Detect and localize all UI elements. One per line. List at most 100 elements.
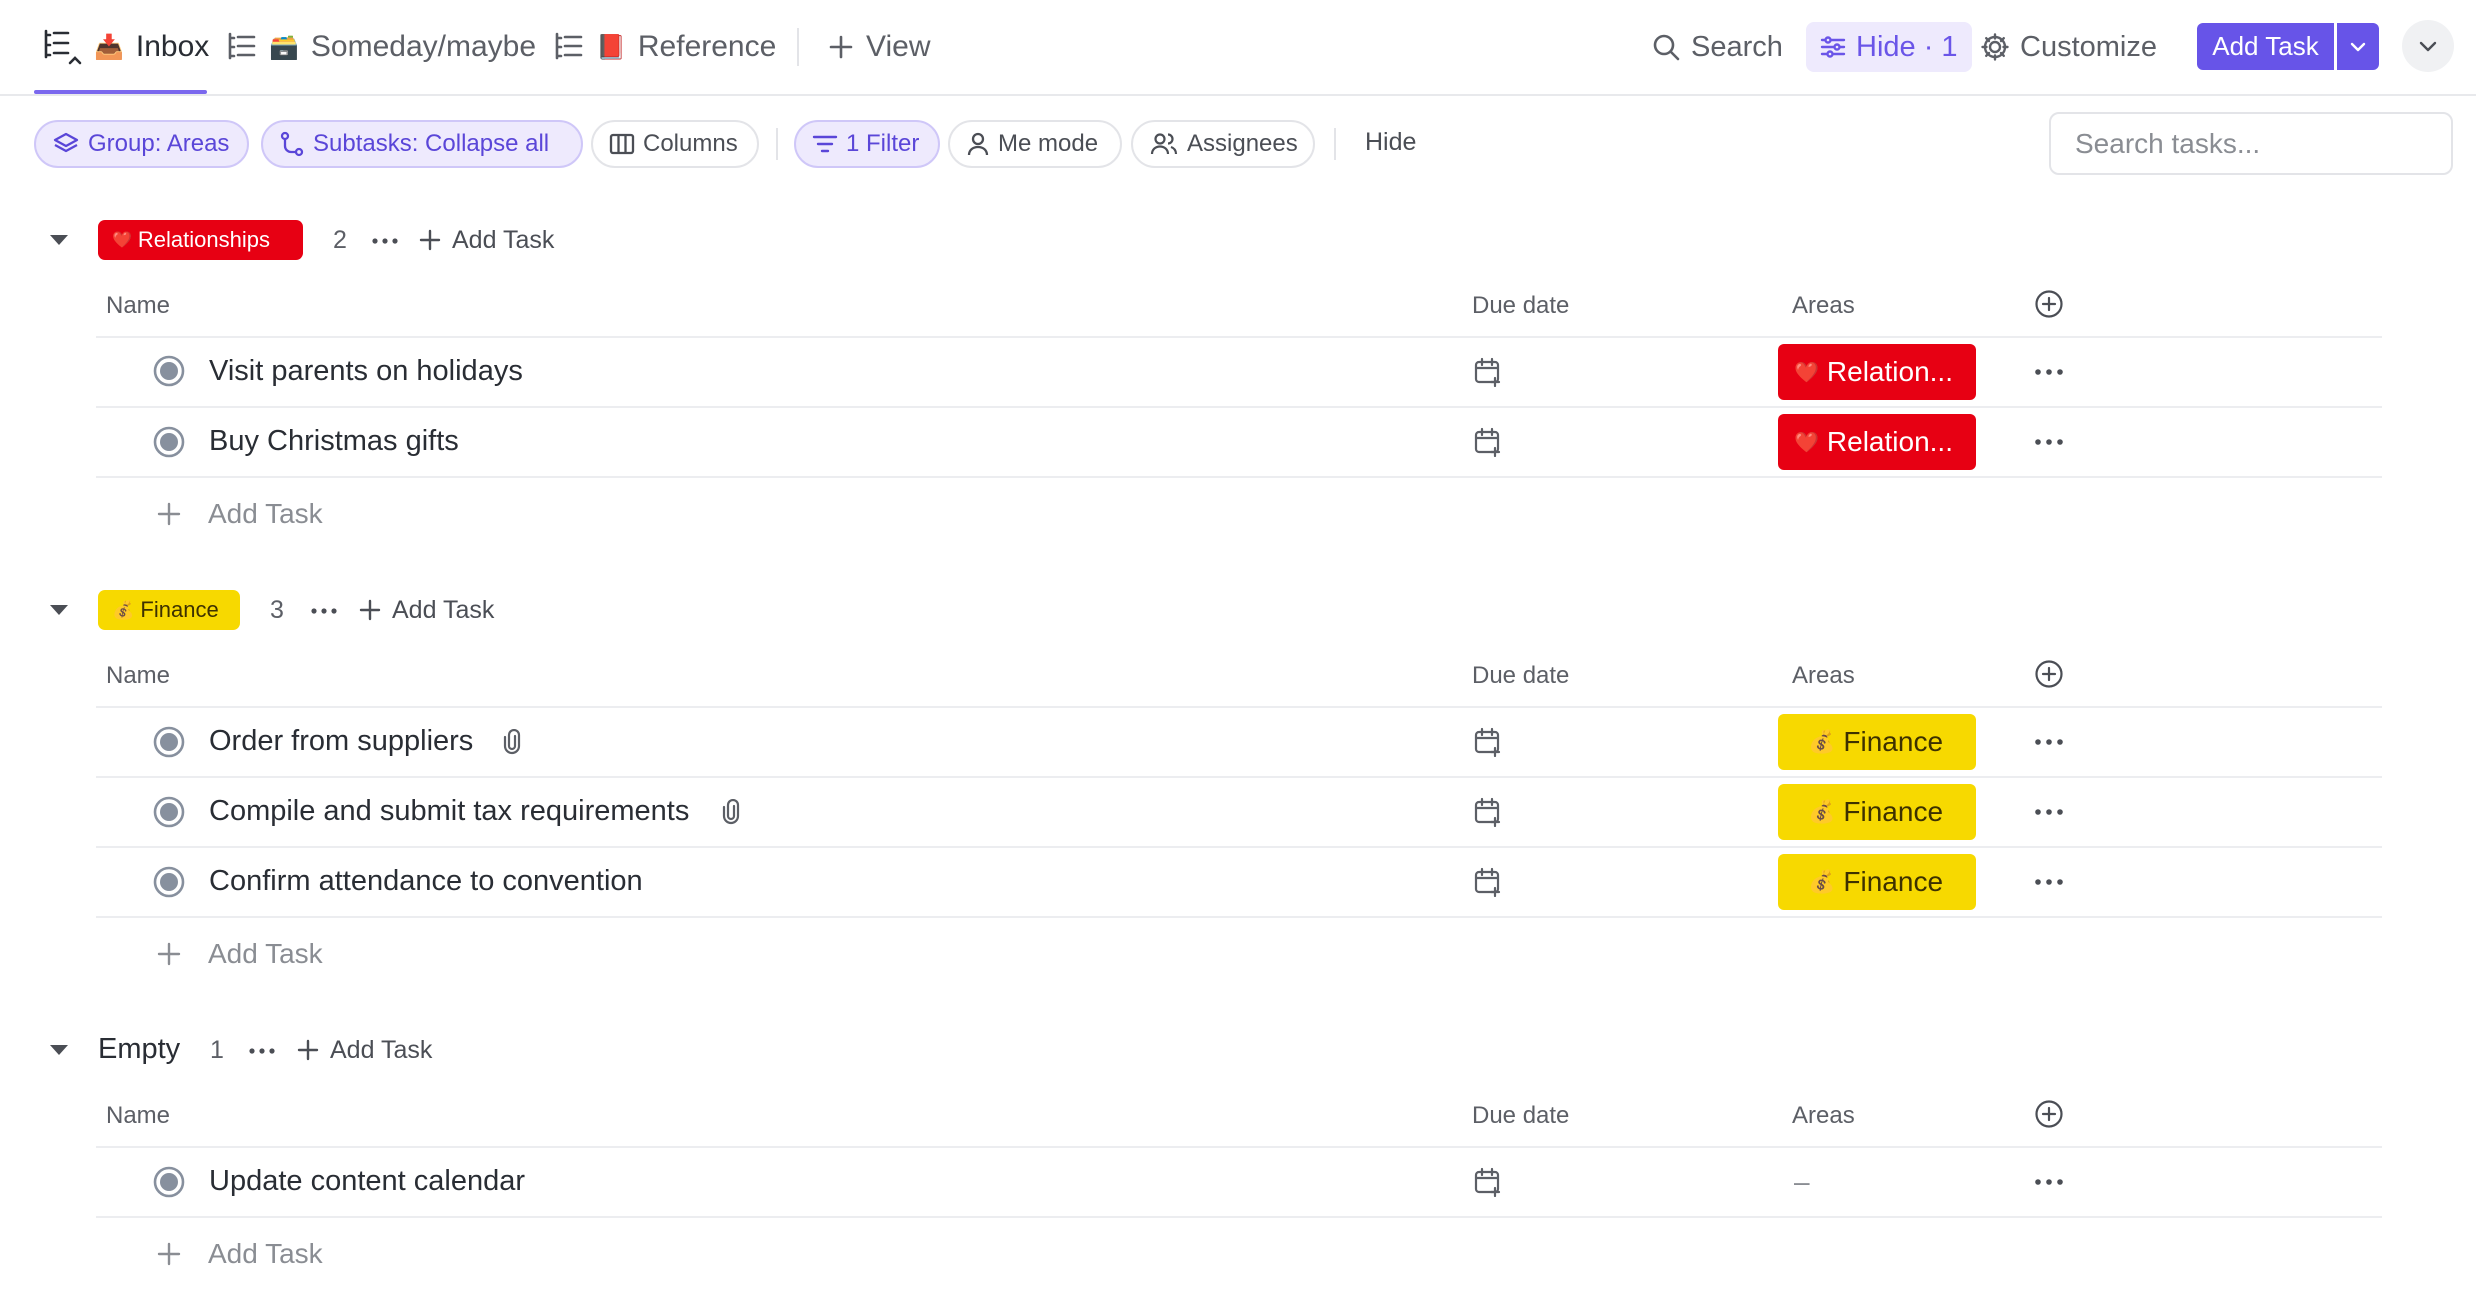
task-name[interactable]: Visit parents on holidays <box>209 355 523 388</box>
add-task-button[interactable]: Add Task <box>2197 23 2334 70</box>
more-icon[interactable] <box>2034 1178 2064 1186</box>
group-badge: 💰 Finance <box>98 590 240 630</box>
column-header-areas[interactable]: Areas <box>1792 1102 1855 1130</box>
calendar-plus-icon[interactable] <box>1473 727 1503 757</box>
add-task-label: Add Task <box>208 938 323 969</box>
status-icon[interactable] <box>153 796 185 828</box>
status-icon[interactable] <box>153 866 185 898</box>
area-tag[interactable]: ❤️ Relation... <box>1778 344 1976 400</box>
status-icon[interactable] <box>153 426 185 458</box>
add-column-icon[interactable] <box>2034 289 2064 319</box>
inline-add-task[interactable]: Add Task <box>156 1234 323 1274</box>
inline-add-task[interactable]: Add Task <box>156 934 323 974</box>
calendar-plus-icon[interactable] <box>1473 427 1503 457</box>
group-add-task-button[interactable]: Add Task <box>358 592 494 628</box>
group-add-task-button[interactable]: Add Task <box>296 1032 432 1068</box>
group-count: 1 <box>210 1036 224 1064</box>
group-by-label: Group: Areas <box>88 130 230 157</box>
group-by-chip[interactable]: Group: Areas <box>34 120 249 168</box>
inbox-emoji: 📥 <box>94 33 124 61</box>
tab-reference[interactable]: 📕 Reference <box>552 20 776 74</box>
area-tag[interactable]: 💰 Finance <box>1778 784 1976 840</box>
status-icon[interactable] <box>153 1166 185 1198</box>
money-bag-emoji: 💰 <box>112 599 135 620</box>
tab-reference-label: Reference <box>637 30 777 63</box>
collapse-caret-icon[interactable] <box>48 603 70 617</box>
more-icon[interactable] <box>2034 878 2064 886</box>
more-icon[interactable] <box>2034 738 2064 746</box>
add-column-icon[interactable] <box>2034 659 2064 689</box>
column-header-due-date[interactable]: Due date <box>1472 292 1569 320</box>
more-icon[interactable] <box>309 606 339 616</box>
search-tasks-input[interactable] <box>2049 112 2453 175</box>
group-count: 2 <box>333 226 347 254</box>
more-icon[interactable] <box>2034 368 2064 376</box>
more-icon[interactable] <box>2034 808 2064 816</box>
more-icon[interactable] <box>370 236 400 246</box>
inline-add-task[interactable]: Add Task <box>156 494 323 534</box>
column-header-areas[interactable]: Areas <box>1792 662 1855 690</box>
calendar-plus-icon[interactable] <box>1473 797 1503 827</box>
task-name[interactable]: Confirm attendance to convention <box>209 865 643 898</box>
me-mode-chip[interactable]: Me mode <box>948 120 1122 168</box>
row-divider <box>96 706 2382 708</box>
add-task-dropdown[interactable] <box>2337 23 2379 70</box>
column-header-areas[interactable]: Areas <box>1792 292 1855 320</box>
assignees-chip[interactable]: Assignees <box>1131 120 1315 168</box>
add-task-label: Add Task <box>208 1238 323 1269</box>
task-name[interactable]: Compile and submit tax requirements <box>209 795 689 828</box>
more-icon[interactable] <box>247 1046 277 1056</box>
area-tag-label: Relation... <box>1826 356 1953 387</box>
column-header-name[interactable]: Name <box>106 292 170 320</box>
filter-chip[interactable]: 1 Filter <box>794 120 940 168</box>
customize-button[interactable]: Customize <box>1980 22 2157 72</box>
column-header-due-date[interactable]: Due date <box>1472 662 1569 690</box>
area-tag-label: Finance <box>1843 726 1944 757</box>
calendar-plus-icon[interactable] <box>1473 867 1503 897</box>
collapse-caret-icon[interactable] <box>48 1043 70 1057</box>
column-header-name[interactable]: Name <box>106 662 170 690</box>
area-tag[interactable]: ❤️ Relation... <box>1778 414 1976 470</box>
search-button[interactable]: Search <box>1651 22 1783 72</box>
task-name[interactable]: Order from suppliers <box>209 725 473 758</box>
hide-button[interactable]: Hide · 1 <box>1806 22 1972 72</box>
columns-chip[interactable]: Columns <box>591 120 759 168</box>
collapse-caret-icon[interactable] <box>48 233 70 247</box>
tab-someday-maybe[interactable]: 🗃️ Someday/maybe <box>225 20 536 74</box>
more-options-button[interactable] <box>2402 20 2454 72</box>
status-icon[interactable] <box>153 355 185 387</box>
calendar-plus-icon[interactable] <box>1473 1167 1503 1197</box>
attachment-icon[interactable] <box>721 799 741 825</box>
list-view-icon <box>40 27 82 67</box>
task-name[interactable]: Update content calendar <box>209 1165 525 1198</box>
group-label: Relationships <box>137 227 270 252</box>
column-header-name[interactable]: Name <box>106 1102 170 1130</box>
sliders-icon <box>1820 35 1846 59</box>
heart-emoji: ❤️ <box>1794 361 1819 384</box>
attachment-icon[interactable] <box>502 729 522 755</box>
user-icon <box>966 131 990 157</box>
more-icon[interactable] <box>2034 438 2064 446</box>
area-empty-value[interactable]: – <box>1794 1166 1810 1198</box>
row-divider <box>96 476 2382 478</box>
row-divider <box>96 776 2382 778</box>
book-emoji: 📕 <box>596 33 626 61</box>
add-column-icon[interactable] <box>2034 1099 2064 1129</box>
status-icon[interactable] <box>153 726 185 758</box>
search-label: Search <box>1691 30 1783 63</box>
row-divider <box>96 916 2382 918</box>
hide-columns-button[interactable]: Hide <box>1365 128 1416 157</box>
calendar-plus-icon[interactable] <box>1473 357 1503 387</box>
group-badge: ❤️ Relationships <box>98 220 303 260</box>
task-name[interactable]: Buy Christmas gifts <box>209 425 459 458</box>
area-tag[interactable]: 💰 Finance <box>1778 714 1976 770</box>
add-view-button[interactable]: View <box>828 20 930 74</box>
heart-emoji: ❤️ <box>1794 431 1819 454</box>
plus-icon <box>418 228 442 252</box>
area-tag[interactable]: 💰 Finance <box>1778 854 1976 910</box>
subtasks-chip[interactable]: Subtasks: Collapse all <box>261 120 583 168</box>
row-divider <box>96 846 2382 848</box>
column-header-due-date[interactable]: Due date <box>1472 1102 1569 1130</box>
group-add-task-button[interactable]: Add Task <box>418 222 554 258</box>
tab-inbox[interactable]: 📥 Inbox <box>40 20 209 74</box>
